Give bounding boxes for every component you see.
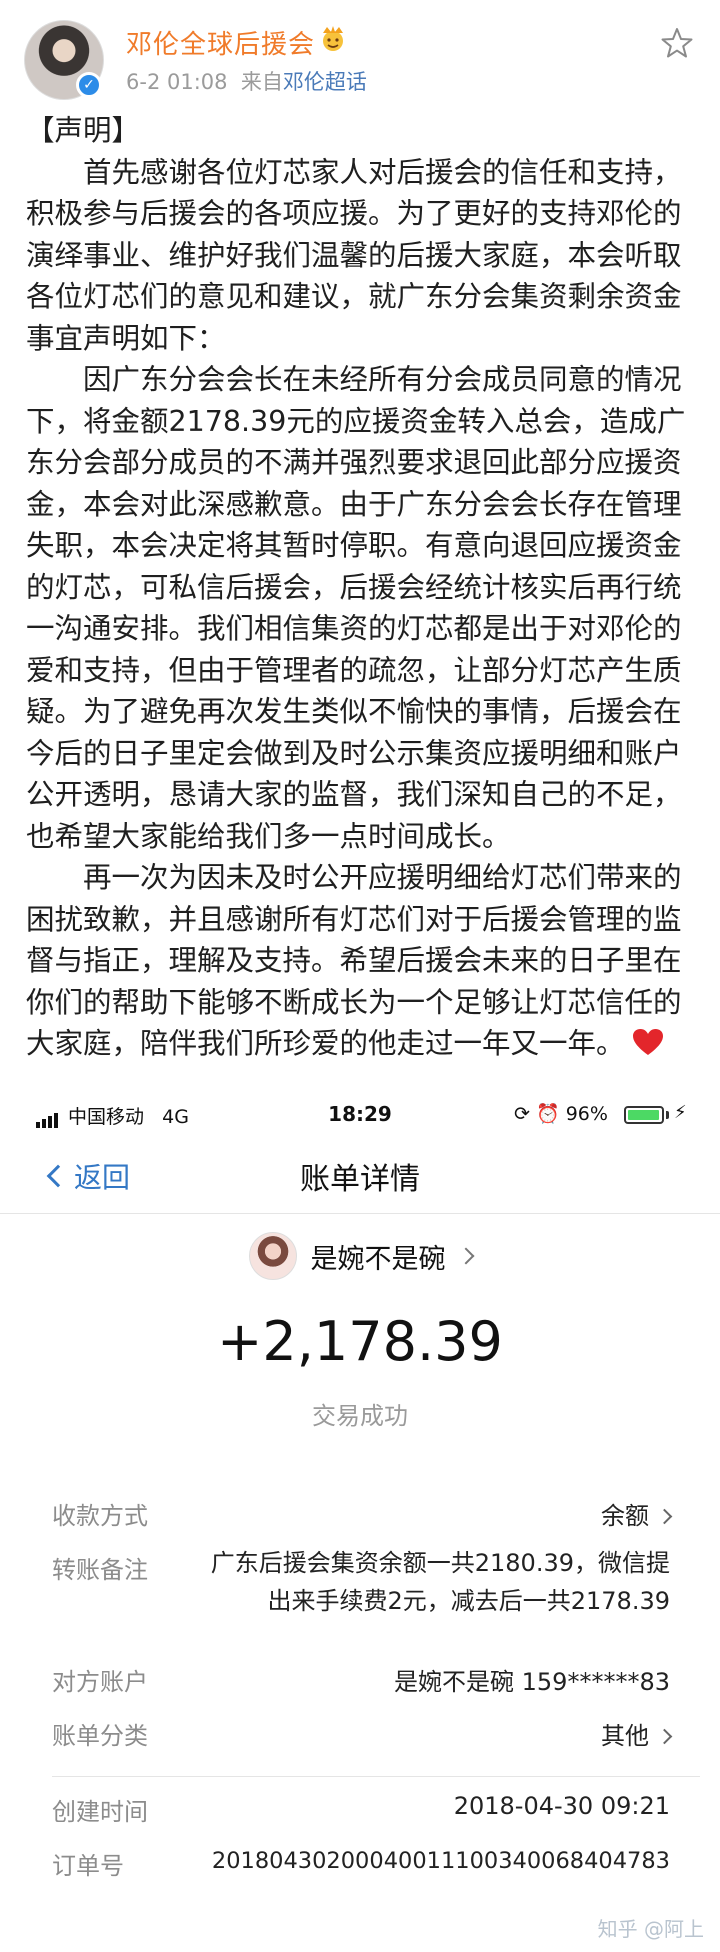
post-paragraph-last: 再一次为因未及时公开应援明细给灯芯们带来的困扰致歉，并且感谢所有灯芯们对于后援会… (26, 857, 698, 1065)
transaction-status: 交易成功 (312, 1402, 408, 1430)
status-time: 18:29 (328, 1102, 392, 1126)
transaction-amount: +2,178.39 (217, 1310, 503, 1373)
nav-bar: 返回 账单详情 (0, 1136, 720, 1214)
row-value: 广东后援会集资余额一共2180.39，微信提出来手续费2元，减去后一共2178.… (210, 1549, 670, 1615)
row-label: 转账备注 (52, 1556, 148, 1584)
row-value-text: 余额 (601, 1502, 649, 1530)
payer-avatar (248, 1232, 297, 1280)
post-body: 【声明】 首先感谢各位灯芯家人对后援会的信任和支持，积极参与后援会的各项应援。为… (26, 110, 698, 1065)
row-label: 创建时间 (52, 1798, 148, 1826)
red-heart-icon (632, 1029, 663, 1055)
payer-row[interactable]: 是婉不是碗 (0, 1232, 720, 1286)
row-label: 订单号 (52, 1852, 124, 1880)
weibo-post: ✓ 邓伦全球后援会 6-2 01:08 来自邓伦超话 【声明】 首先感谢各位灯芯… (0, 0, 720, 1090)
favorite-star-icon[interactable] (660, 26, 694, 60)
payer-name: 是婉不是碗 (310, 1243, 446, 1275)
author-name[interactable]: 邓伦全球后援会 (126, 24, 315, 61)
post-paragraph-text: 再一次为因未及时公开应援明细给灯芯们带来的困扰致歉，并且感谢所有灯芯们对于后援会… (26, 861, 682, 1060)
post-paragraph: 首先感谢各位灯芯家人对后援会的信任和支持，积极参与后援会的各项应援。为了更好的支… (26, 155, 682, 355)
row-value: 余额 (601, 1496, 673, 1531)
transfer-note-row: 转账备注 广东后援会集资余额一共2180.39，微信提出来手续费2元，减去后一共… (52, 1549, 670, 1630)
row-value: 是婉不是碗 159******83 (394, 1668, 670, 1696)
row-label: 对方账户 (52, 1668, 148, 1696)
battery-tip (666, 1111, 669, 1119)
row-value: 2018-04-30 09:21 (453, 1792, 670, 1820)
post-date: 6-2 01:08 (126, 70, 228, 94)
post-meta: 6-2 01:08 来自邓伦超话 (126, 66, 367, 96)
page-title: 账单详情 (300, 1162, 420, 1197)
chevron-right-icon (457, 1247, 474, 1265)
status-bar: 中国移动 4G 18:29 ⟳ ⏰ 96% ⚡ (0, 1092, 720, 1136)
chevron-right-icon (656, 1508, 673, 1525)
source-link[interactable]: 邓伦超话 (283, 70, 367, 94)
post-paragraph: 因广东分会会长在未经所有分会成员同意的情况下，将金额2178.39元的应援资金转… (26, 363, 686, 853)
row-value-text: 其他 (601, 1722, 649, 1750)
battery-percent: 96% (565, 1103, 608, 1125)
row-label: 账单分类 (52, 1722, 148, 1750)
row-value: 其他 (601, 1716, 673, 1751)
bill-screenshot: 中国移动 4G 18:29 ⟳ ⏰ 96% ⚡ 返回 账单详情 是婉不是碗 +2… (0, 1092, 720, 1952)
zhihu-watermark: 知乎 @阿上 (597, 1917, 704, 1941)
verified-badge-icon: ✓ (76, 72, 102, 98)
rotation-lock-icon: ⟳ (514, 1103, 530, 1125)
battery-icon (624, 1106, 664, 1124)
row-value: 20180430200040011100340068404783 (211, 1848, 670, 1874)
alarm-icon: ⏰ (535, 1103, 560, 1125)
crown-face-emoji-icon (323, 26, 343, 51)
charging-icon: ⚡ (674, 1102, 687, 1123)
row-label: 收款方式 (52, 1502, 148, 1530)
divider (52, 1776, 700, 1777)
post-heading: 【声明】 (26, 114, 141, 147)
source-prefix: 来自 (240, 70, 283, 94)
status-icons: ⟳ ⏰ 96% (514, 1102, 608, 1125)
chevron-right-icon (656, 1728, 673, 1745)
